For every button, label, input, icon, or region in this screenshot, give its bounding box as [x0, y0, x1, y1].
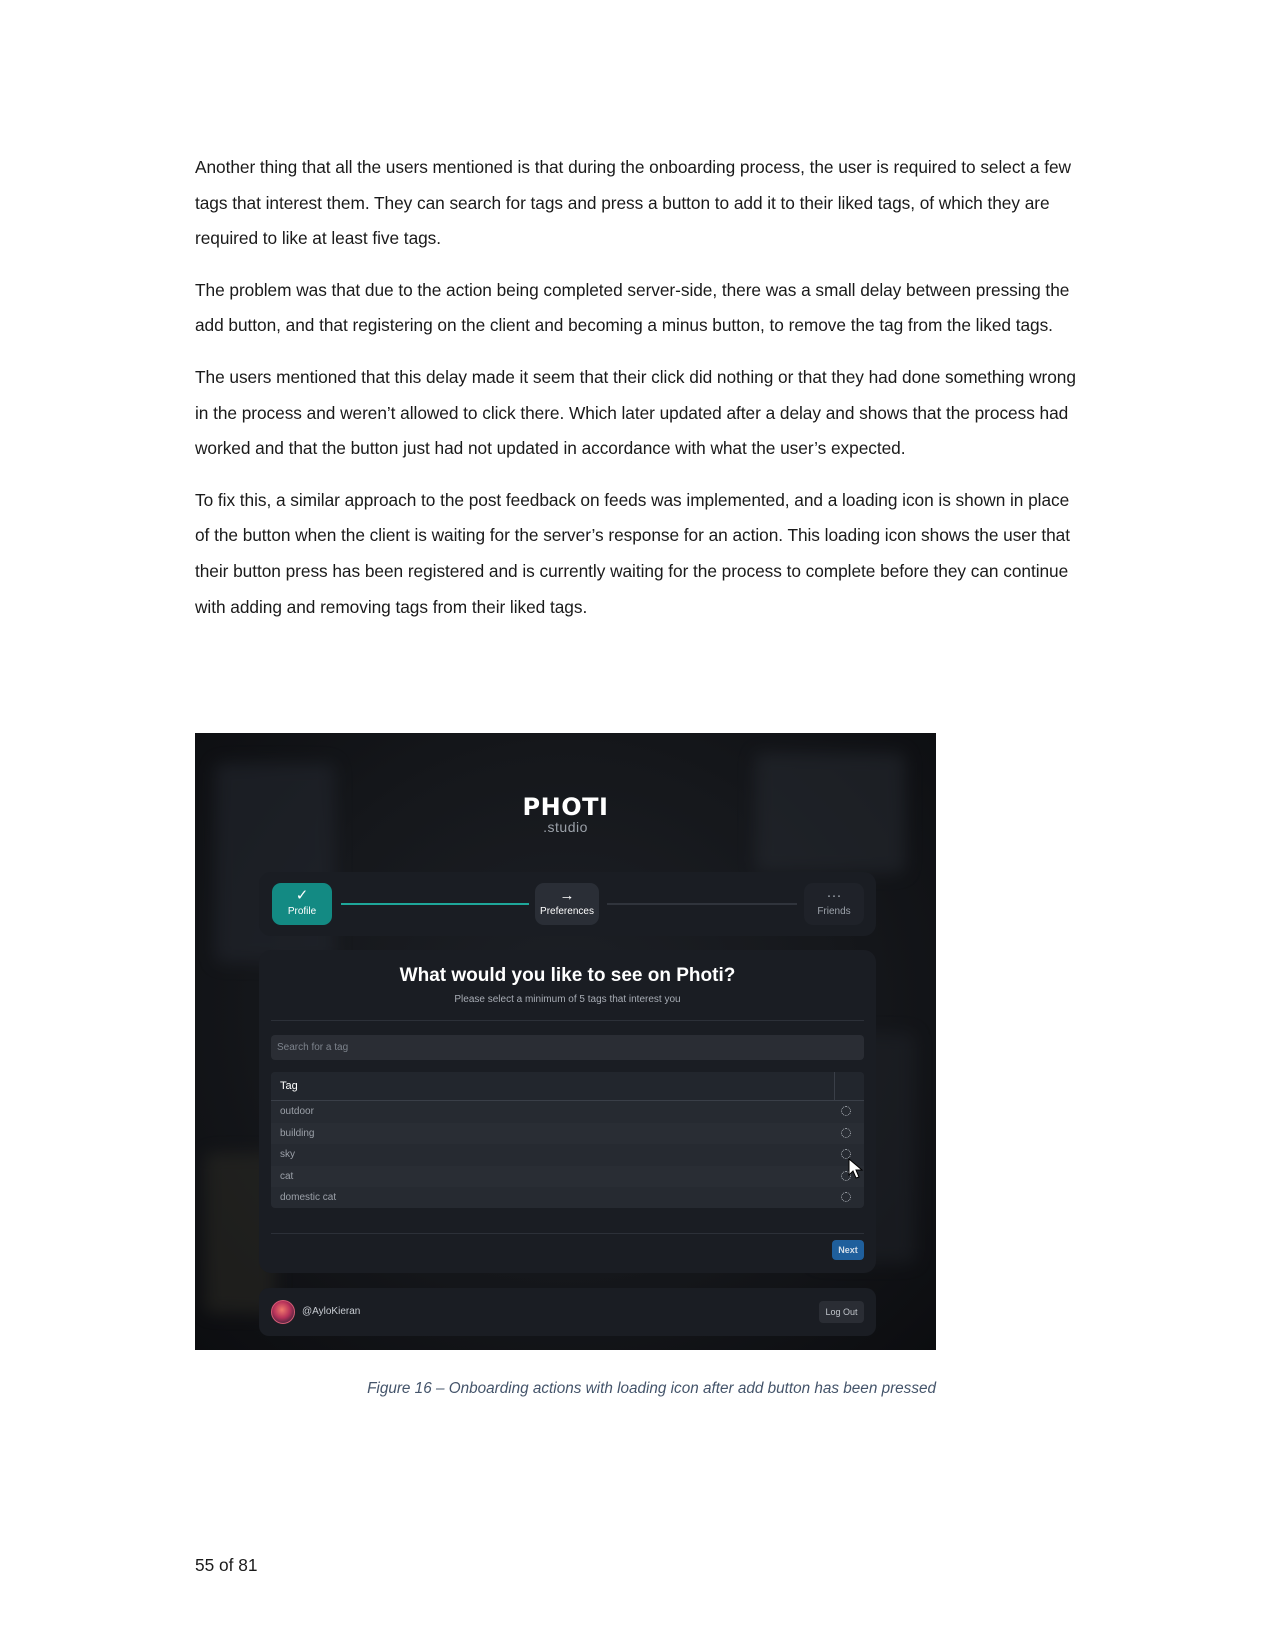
table-row: domestic cat [271, 1187, 864, 1208]
step-friends[interactable]: ··· Friends [804, 883, 864, 925]
divider [271, 1020, 864, 1021]
progress-line-complete [341, 903, 529, 905]
paragraph: To fix this, a similar approach to the p… [195, 489, 1070, 617]
paragraph: The problem was that due to the action b… [195, 279, 1070, 336]
next-button[interactable]: Next [832, 1240, 864, 1260]
tag-name: sky [280, 1149, 295, 1160]
divider [271, 1233, 864, 1234]
paragraph: The users mentioned that this delay made… [195, 366, 1076, 459]
paragraph: Another thing that all the users mention… [195, 157, 1071, 249]
arrow-right-icon: → [559, 887, 575, 904]
loading-spinner-icon [841, 1106, 851, 1116]
table-header: Tag [271, 1072, 864, 1101]
onboarding-screenshot: PHOTI .studio ✓ Profile → Preferences ··… [195, 733, 936, 1350]
logo-subtitle: .studio [543, 819, 588, 835]
tag-name: building [280, 1127, 315, 1139]
card-heading: What would you like to see on Photi? [399, 965, 736, 986]
mouse-cursor-icon [848, 1158, 864, 1179]
column-header-tag: Tag [280, 1080, 298, 1092]
username: @AyloKieran [302, 1306, 361, 1317]
table-row: sky [271, 1144, 864, 1166]
table-row: building [271, 1122, 864, 1144]
step-label: Friends [817, 906, 851, 917]
table-row: cat [271, 1165, 864, 1187]
step-preferences[interactable]: → Preferences [535, 883, 599, 925]
tag-name: outdoor [280, 1106, 314, 1117]
step-label: Profile [287, 906, 317, 917]
loading-spinner-icon [841, 1127, 851, 1138]
tag-selection-card: What would you like to see on Photi? Ple… [259, 950, 876, 1273]
step-label: Preferences [540, 906, 594, 917]
logo-title: PHOTI [522, 793, 609, 821]
loading-spinner-icon [841, 1192, 851, 1202]
tag-search-input[interactable]: Search for a tag [271, 1035, 864, 1060]
logout-button[interactable]: Log Out [819, 1301, 864, 1323]
table-row: outdoor [271, 1101, 864, 1123]
user-footer: @AyloKieran Log Out [259, 1288, 876, 1336]
page-number: 55 of 81 [195, 1555, 258, 1575]
body-text: Another thing that all the users mention… [195, 150, 1085, 641]
progress-line-pending [607, 903, 797, 905]
tag-table: Tag outdoor building sky cat domestic ca… [271, 1072, 864, 1208]
onboarding-stepper: ✓ Profile → Preferences ··· Friends [259, 872, 876, 936]
tag-name: domestic cat [280, 1192, 337, 1203]
tag-name: cat [280, 1170, 294, 1182]
column-separator [834, 1072, 835, 1100]
check-icon: ✓ [295, 887, 309, 904]
figure-caption: Figure 16 – Onboarding actions with load… [367, 1380, 936, 1397]
card-subheading: Please select a minimum of 5 tags that i… [454, 994, 681, 1005]
ellipsis-icon: ··· [826, 887, 842, 904]
step-profile[interactable]: ✓ Profile [272, 883, 332, 925]
avatar[interactable] [271, 1300, 295, 1324]
